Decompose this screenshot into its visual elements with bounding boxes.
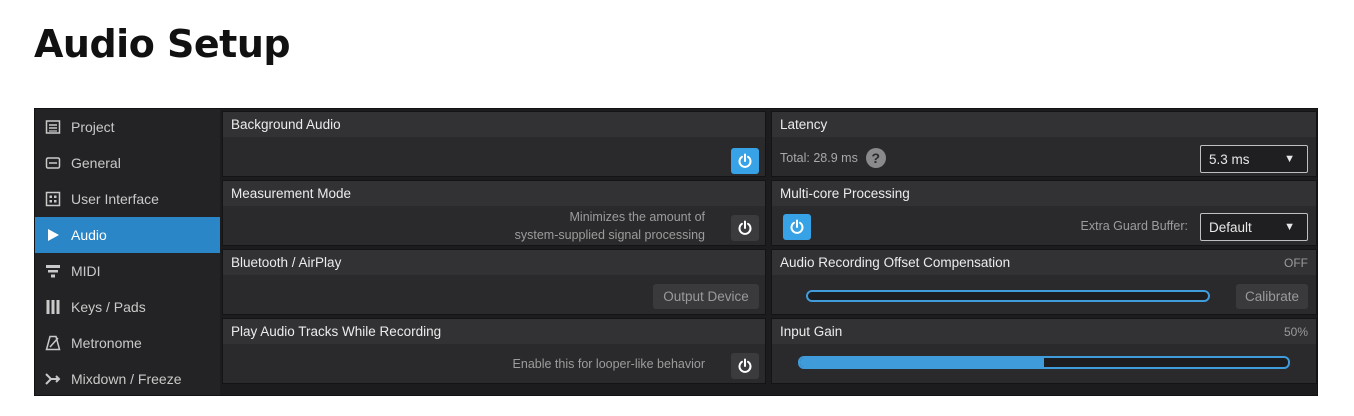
sidebar-item-label: Project [71,119,115,135]
sidebar: Project General User Interface Audio MID… [35,109,220,395]
sidebar-item-general[interactable]: General [35,145,220,181]
sidebar-item-user-interface[interactable]: User Interface [35,181,220,217]
metronome-icon [45,335,61,351]
input-gain-panel: Input Gain 50% [771,318,1317,384]
sidebar-item-label: MIDI [71,263,101,279]
mixdown-icon [45,371,61,387]
description-line: system-supplied signal processing [514,228,705,242]
panel-title: Input Gain [780,324,843,339]
sidebar-item-keys-pads[interactable]: Keys / Pads [35,289,220,325]
latency-select-value: 5.3 ms [1209,151,1250,167]
power-icon [738,220,752,235]
play-audio-description: Enable this for looper-like behavior [512,357,705,371]
extra-guard-buffer-select[interactable]: Default ▼ [1200,213,1308,241]
measurement-mode-power-button[interactable] [731,215,759,241]
latency-select[interactable]: 5.3 ms ▼ [1200,145,1308,173]
page-title: Audio Setup [34,22,291,66]
sidebar-item-label: Keys / Pads [71,299,146,315]
power-icon [738,358,752,373]
project-icon [45,119,61,135]
keys-pads-icon [45,299,61,315]
guard-select-value: Default [1209,219,1252,235]
offset-status: OFF [1284,255,1308,270]
input-gain-slider[interactable] [798,356,1290,369]
description-line: Minimizes the amount of [569,210,705,224]
sidebar-item-label: Audio [71,227,107,243]
sidebar-item-metronome[interactable]: Metronome [35,325,220,361]
multi-core-panel: Multi-core Processing Extra Guard Buffer… [771,180,1317,246]
latency-total-label: Total: 28.9 ms [780,151,858,165]
panel-title: Play Audio Tracks While Recording [231,324,442,339]
panel-title: Audio Recording Offset Compensation [780,255,1011,270]
panel-title: Latency [780,117,828,132]
sidebar-item-label: Mixdown / Freeze [71,371,182,387]
play-audio-tracks-panel: Play Audio Tracks While Recording Enable… [222,318,766,384]
sidebar-item-audio[interactable]: Audio [35,217,220,253]
offset-compensation-panel: Audio Recording Offset Compensation OFF … [771,249,1317,315]
bluetooth-airplay-panel: Bluetooth / AirPlay Output Device [222,249,766,315]
panel-title: Background Audio [231,117,341,132]
general-icon [45,155,61,171]
sidebar-item-midi[interactable]: MIDI [35,253,220,289]
chevron-down-icon: ▼ [1284,153,1295,165]
user-interface-icon [45,191,61,207]
chevron-down-icon: ▼ [1284,221,1295,233]
background-audio-power-button[interactable] [731,148,759,174]
panel-title: Bluetooth / AirPlay [231,255,342,270]
play-audio-power-button[interactable] [731,353,759,379]
sidebar-item-label: User Interface [71,191,159,207]
measurement-mode-panel: Measurement Mode Minimizes the amount of… [222,180,766,246]
audio-play-icon [45,227,61,243]
sidebar-item-mixdown-freeze[interactable]: Mixdown / Freeze [35,361,220,397]
sidebar-item-label: General [71,155,121,171]
measurement-mode-description: Minimizes the amount of system-supplied … [515,208,705,244]
panel-title: Measurement Mode [231,186,352,201]
sidebar-item-label: Metronome [71,335,142,351]
calibrate-button[interactable]: Calibrate [1236,284,1308,309]
sidebar-item-project[interactable]: Project [35,109,220,145]
output-device-button[interactable]: Output Device [653,284,759,309]
power-icon [790,219,804,234]
input-gain-value: 50% [1283,324,1308,339]
help-icon[interactable]: ? [865,148,886,168]
multi-core-power-button[interactable] [783,214,811,240]
latency-panel: Latency Total: 28.9 ms ? 5.3 ms ▼ [771,111,1317,177]
settings-window: Project General User Interface Audio MID… [34,108,1318,396]
extra-guard-buffer-label: Extra Guard Buffer: [1080,219,1188,233]
offset-slider[interactable] [806,290,1210,302]
power-icon [738,153,752,168]
midi-icon [45,263,61,279]
input-gain-slider-fill [800,358,1044,367]
background-audio-panel: Background Audio [222,111,766,177]
panel-title: Multi-core Processing [780,186,910,201]
